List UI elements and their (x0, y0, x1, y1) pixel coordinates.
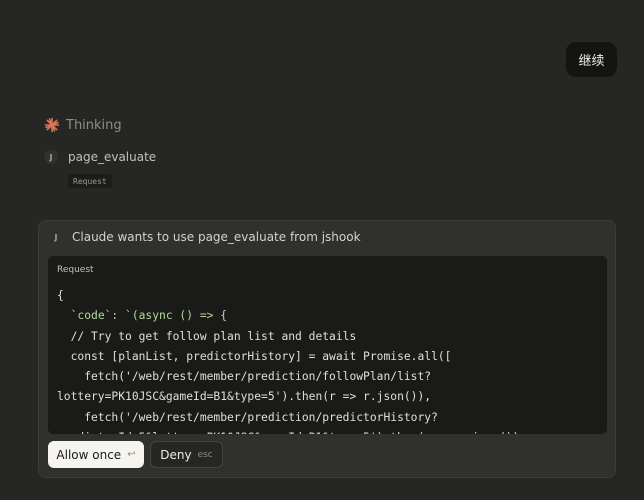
permission-title: Claude wants to use page_evaluate from j… (72, 230, 361, 244)
request-label: Request (57, 265, 94, 275)
code-line: const [planList, predictorHistory] = awa… (57, 349, 452, 363)
deny-button[interactable]: Deny esc (150, 441, 223, 468)
request-tag[interactable]: Request (68, 174, 112, 188)
thinking-indicator[interactable]: Thinking (44, 117, 122, 133)
allow-once-label: Allow once (56, 447, 122, 462)
claude-spark-icon (44, 117, 60, 133)
allow-once-button[interactable]: Allow once ↩ (48, 441, 144, 468)
code-line: `code`: `(async () => { (70, 309, 228, 323)
code-line: fetch('/web/rest/member/prediction/follo… (57, 370, 432, 384)
code-line: predictorId=5&lottery=PK10JSC&gameId=B1&… (57, 428, 603, 434)
tool-call-item[interactable]: J page_evaluate (44, 150, 156, 164)
tool-name: page_evaluate (68, 150, 157, 164)
code-line: { (57, 289, 64, 302)
jshook-badge-icon: J (49, 230, 63, 244)
continue-message-bubble: 继续 (566, 42, 617, 77)
code-line: lottery=PK10JSC&gameId=B1&type=5').then(… (57, 390, 432, 404)
code-line: // Try to get follow plan list and detai… (57, 329, 357, 343)
thinking-label: Thinking (66, 117, 122, 133)
esc-key-hint: esc (197, 449, 213, 460)
jshook-badge-icon: J (44, 150, 58, 164)
enter-key-icon: ↩ (127, 449, 136, 460)
permission-header: J Claude wants to use page_evaluate from… (49, 230, 361, 244)
code-line: fetch('/web/rest/member/prediction/predi… (57, 410, 438, 424)
deny-label: Deny (160, 447, 192, 462)
request-code-block[interactable]: Request { `code`: `(async () => { // Try… (48, 256, 607, 434)
continue-label: 继续 (578, 54, 605, 69)
request-code: { `code`: `(async () => { // Try to get … (57, 286, 603, 434)
permission-panel: J Claude wants to use page_evaluate from… (38, 220, 616, 478)
